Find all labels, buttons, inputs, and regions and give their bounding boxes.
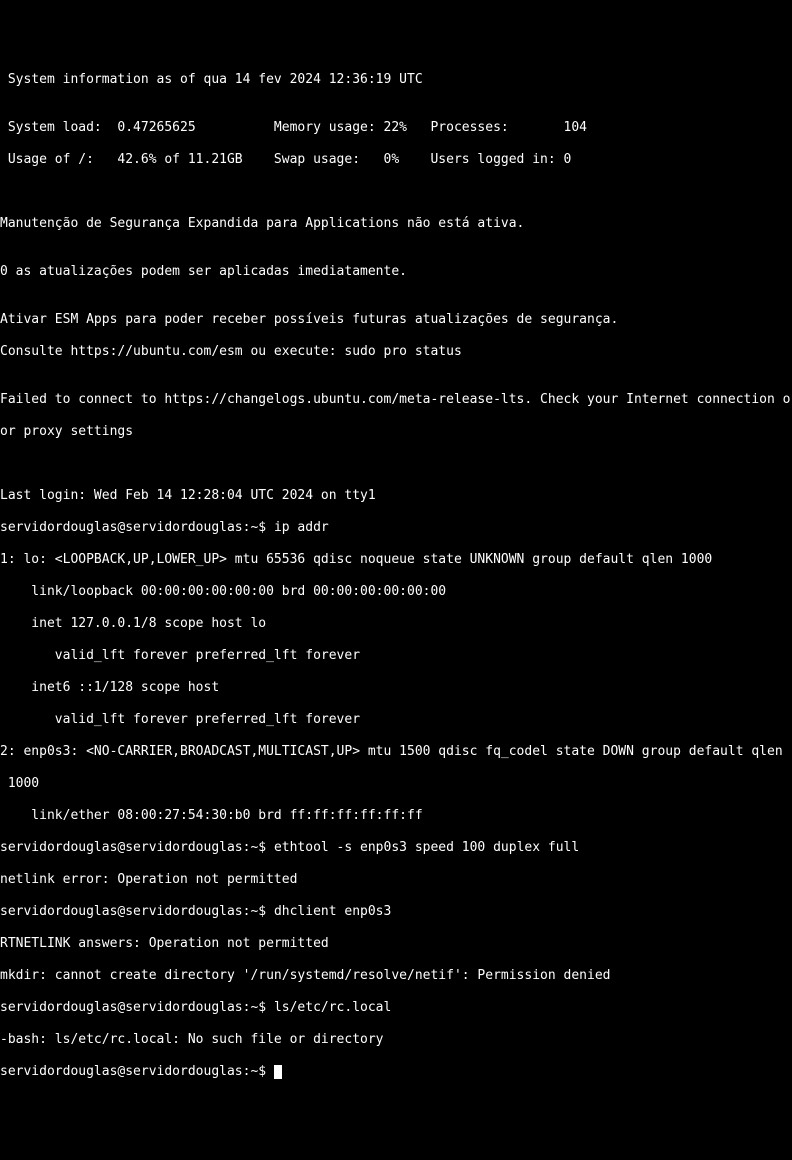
- ip-output-line4: valid_lft forever preferred_lft forever: [0, 648, 792, 664]
- shell-prompt: servidordouglas@servidordouglas:~$: [0, 520, 274, 535]
- prompt-line-1[interactable]: servidordouglas@servidordouglas:~$ ip ad…: [0, 520, 792, 536]
- shell-prompt: servidordouglas@servidordouglas:~$: [0, 1000, 274, 1015]
- prompt-line-3[interactable]: servidordouglas@servidordouglas:~$ dhcli…: [0, 904, 792, 920]
- prompt-line-current[interactable]: servidordouglas@servidordouglas:~$: [0, 1064, 792, 1080]
- dhclient-error1: RTNETLINK answers: Operation not permitt…: [0, 936, 792, 952]
- cmd-ethtool: ethtool -s enp0s3 speed 100 duplex full: [274, 840, 579, 855]
- motd-stats-row2: Usage of /: 42.6% of 11.21GB Swap usage:…: [0, 152, 792, 168]
- ip-output-line8: 1000: [0, 776, 792, 792]
- prompt-line-4[interactable]: servidordouglas@servidordouglas:~$ ls/et…: [0, 1000, 792, 1016]
- motd-lastlogin: Last login: Wed Feb 14 12:28:04 UTC 2024…: [0, 488, 792, 504]
- ip-output-line1: 1: lo: <LOOPBACK,UP,LOWER_UP> mtu 65536 …: [0, 552, 792, 568]
- cmd-ls-rclocal: ls/etc/rc.local: [274, 1000, 391, 1015]
- motd-stats-row1: System load: 0.47265625 Memory usage: 22…: [0, 120, 792, 136]
- motd-sysinfo-header: System information as of qua 14 fev 2024…: [0, 72, 792, 88]
- motd-fail-line1: Failed to connect to https://changelogs.…: [0, 392, 792, 408]
- ip-output-line6: valid_lft forever preferred_lft forever: [0, 712, 792, 728]
- motd-esm-line2: 0 as atualizações podem ser aplicadas im…: [0, 264, 792, 280]
- ip-output-line7: 2: enp0s3: <NO-CARRIER,BROADCAST,MULTICA…: [0, 744, 792, 760]
- prompt-line-2[interactable]: servidordouglas@servidordouglas:~$ ethto…: [0, 840, 792, 856]
- motd-esm-line3: Ativar ESM Apps para poder receber possí…: [0, 312, 792, 328]
- ip-output-line5: inet6 ::1/128 scope host: [0, 680, 792, 696]
- ls-error: -bash: ls/etc/rc.local: No such file or …: [0, 1032, 792, 1048]
- cmd-dhclient: dhclient enp0s3: [274, 904, 391, 919]
- ip-output-line9: link/ether 08:00:27:54:30:b0 brd ff:ff:f…: [0, 808, 792, 824]
- motd-esm-line4: Consulte https://ubuntu.com/esm ou execu…: [0, 344, 792, 360]
- shell-prompt: servidordouglas@servidordouglas:~$: [0, 904, 274, 919]
- motd-fail-line2: or proxy settings: [0, 424, 792, 440]
- ip-output-line3: inet 127.0.0.1/8 scope host lo: [0, 616, 792, 632]
- cursor-icon: [274, 1065, 282, 1079]
- motd-esm-line1: Manutenção de Segurança Expandida para A…: [0, 216, 792, 232]
- shell-prompt: servidordouglas@servidordouglas:~$: [0, 1064, 274, 1079]
- ethtool-error: netlink error: Operation not permitted: [0, 872, 792, 888]
- shell-prompt: servidordouglas@servidordouglas:~$: [0, 840, 274, 855]
- ip-output-line2: link/loopback 00:00:00:00:00:00 brd 00:0…: [0, 584, 792, 600]
- dhclient-error2: mkdir: cannot create directory '/run/sys…: [0, 968, 792, 984]
- cmd-ip-addr: ip addr: [274, 520, 329, 535]
